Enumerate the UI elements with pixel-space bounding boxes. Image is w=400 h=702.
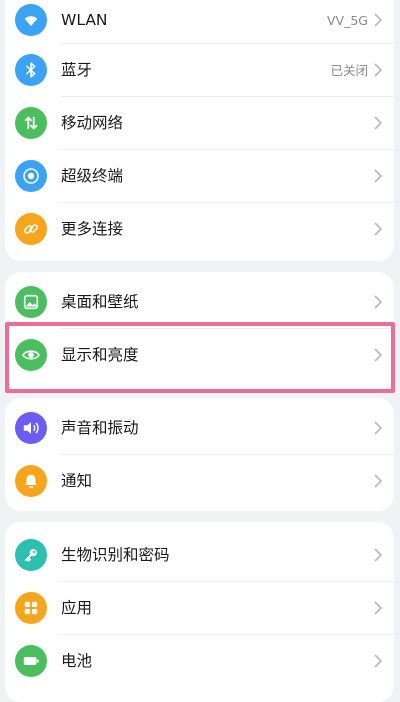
chevron-right-icon — [374, 116, 383, 130]
settings-row-bluetooth[interactable]: 蓝牙 已关闭 — [5, 43, 394, 96]
settings-row-mobile-network[interactable]: 移动网络 — [5, 96, 394, 149]
settings-row-label: 蓝牙 — [61, 61, 93, 79]
eye-icon — [15, 339, 47, 371]
settings-row-label: 桌面和壁纸 — [61, 293, 139, 311]
chevron-right-icon — [374, 548, 383, 562]
mobile-data-icon — [15, 107, 47, 139]
settings-row-desktop-wallpaper[interactable]: 桌面和壁纸 — [5, 275, 394, 328]
link-icon — [15, 213, 47, 245]
settings-row-label: 电池 — [61, 652, 93, 670]
settings-row-label: 生物识别和密码 — [61, 546, 170, 564]
system-card: 生物识别和密码 应用 电池 — [5, 522, 394, 702]
settings-row-label: 声音和振动 — [61, 419, 139, 437]
settings-row-label: 移动网络 — [61, 114, 124, 132]
settings-row-label: 更多连接 — [61, 220, 124, 238]
chevron-right-icon — [374, 13, 383, 27]
settings-row-apps[interactable]: 应用 — [5, 581, 394, 634]
super-terminal-icon — [15, 160, 47, 192]
connectivity-card: WLAN VV_5G 蓝牙 已关闭 移动网络 超级终端 更多连接 — [5, 0, 394, 261]
settings-row-biometrics-password[interactable]: 生物识别和密码 — [5, 528, 394, 581]
settings-row-label: 超级终端 — [61, 167, 124, 185]
settings-row-value: 已关闭 — [330, 63, 368, 78]
settings-row-notifications[interactable]: 通知 — [5, 454, 394, 507]
sound-card: 声音和振动 通知 — [5, 398, 394, 511]
settings-row-sound-vibration[interactable]: 声音和振动 — [5, 401, 394, 454]
settings-row-more-connections[interactable]: 更多连接 — [5, 202, 394, 255]
wallpaper-icon — [15, 286, 47, 318]
chevron-right-icon — [374, 222, 383, 236]
chevron-right-icon — [374, 654, 383, 668]
chevron-right-icon — [374, 474, 383, 488]
chevron-right-icon — [374, 169, 383, 183]
settings-row-label: 显示和亮度 — [61, 346, 139, 364]
chevron-right-icon — [374, 63, 383, 77]
bluetooth-icon — [15, 54, 47, 86]
apps-grid-icon — [15, 592, 47, 624]
wifi-icon — [15, 4, 47, 36]
settings-row-label: 通知 — [61, 472, 93, 490]
settings-row-wlan[interactable]: WLAN VV_5G — [5, 0, 394, 43]
settings-row-label: WLAN — [61, 11, 108, 29]
settings-row-value: VV_5G — [327, 13, 368, 28]
display-card: 桌面和壁纸 显示和亮度 — [5, 272, 394, 390]
chevron-right-icon — [374, 295, 383, 309]
battery-icon — [15, 645, 47, 677]
chevron-right-icon — [374, 421, 383, 435]
speaker-icon — [15, 412, 47, 444]
chevron-right-icon — [374, 601, 383, 615]
bell-icon — [15, 465, 47, 497]
settings-row-battery[interactable]: 电池 — [5, 634, 394, 687]
settings-row-label: 应用 — [61, 599, 93, 617]
settings-row-super-terminal[interactable]: 超级终端 — [5, 149, 394, 202]
settings-row-display-brightness[interactable]: 显示和亮度 — [5, 328, 394, 381]
key-icon — [15, 539, 47, 571]
chevron-right-icon — [374, 348, 383, 362]
